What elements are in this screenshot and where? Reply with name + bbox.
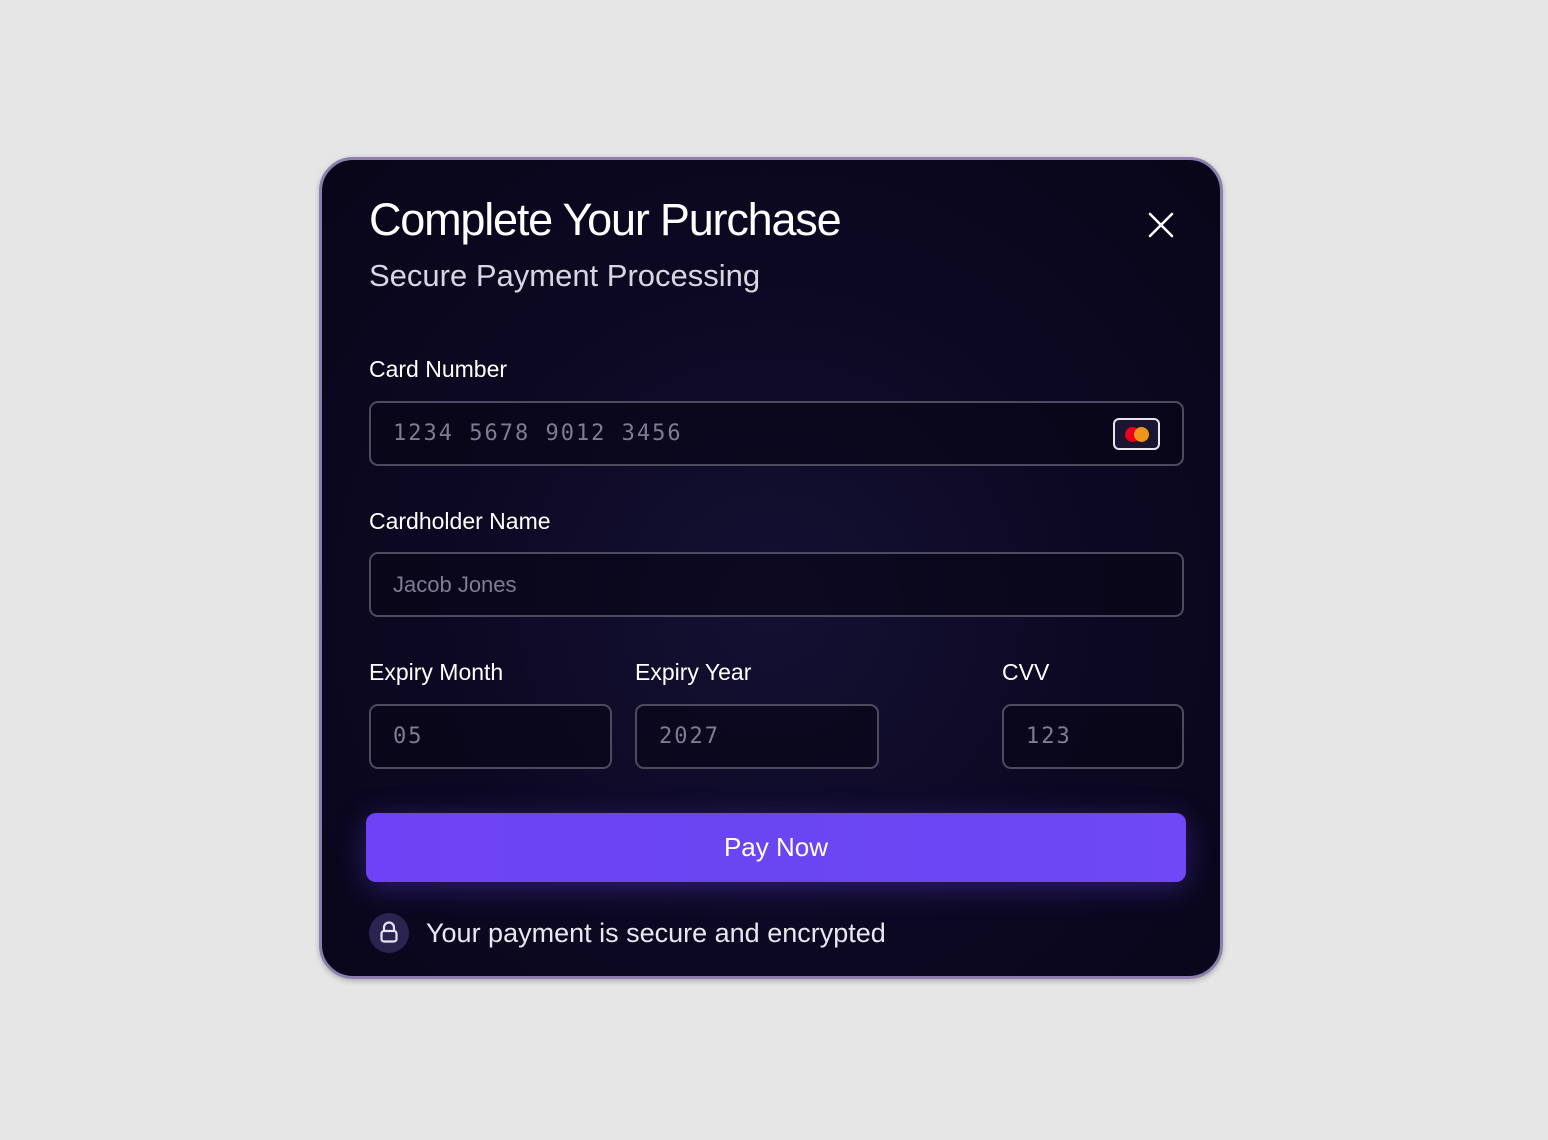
lock-icon (380, 921, 398, 943)
expiry-year-input[interactable] (635, 704, 879, 769)
cardholder-name-label: Cardholder Name (369, 508, 551, 534)
payment-modal: Complete Your Purchase Secure Payment Pr… (319, 157, 1223, 979)
lock-badge (369, 913, 409, 953)
cvv-input[interactable] (1002, 704, 1184, 769)
pay-now-button[interactable]: Pay Now (366, 813, 1186, 882)
mastercard-icon (1113, 418, 1160, 450)
cardholder-name-input[interactable] (369, 552, 1184, 617)
cvv-label: CVV (1002, 659, 1050, 685)
modal-title: Complete Your Purchase (369, 194, 842, 245)
close-icon (1148, 212, 1174, 238)
close-button[interactable] (1144, 208, 1178, 242)
card-number-label: Card Number (369, 356, 508, 382)
expiry-month-label: Expiry Month (369, 659, 504, 685)
card-number-input[interactable] (369, 401, 1184, 466)
mastercard-orange-circle (1134, 427, 1149, 442)
expiry-month-input[interactable] (369, 704, 612, 769)
modal-subtitle: Secure Payment Processing (369, 258, 761, 293)
secure-payment-note: Your payment is secure and encrypted (426, 918, 886, 948)
expiry-year-label: Expiry Year (635, 659, 752, 685)
